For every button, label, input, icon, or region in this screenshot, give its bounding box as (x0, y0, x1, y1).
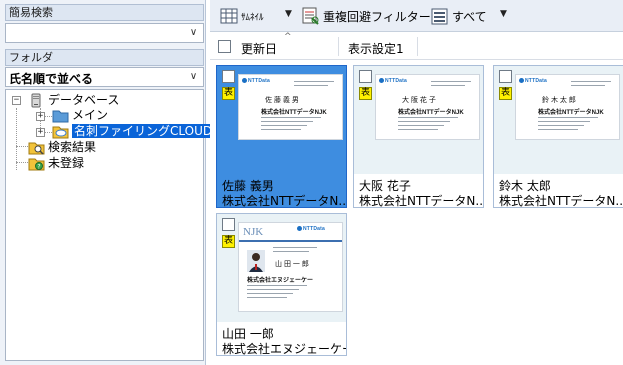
dedupe-filter-label: 重複回避フィルター (323, 9, 431, 24)
card-company: 株式会社NTTデータNJK (261, 110, 327, 116)
tree-item-unregistered[interactable]: 未登録 (48, 155, 84, 171)
business-card-thumbnail: NJK NTTData 山 田 一 郎 株式会社エヌジェーケー (238, 222, 343, 312)
card-tile[interactable]: 表 NTTData 大 阪 花 子 株式会社NTTデータNJK 大阪 花子 株式… (353, 65, 484, 208)
tree-item-cloud-label: 名刺ファイリングCLOUD (72, 124, 215, 138)
tree-item-cloud[interactable]: 名刺ファイリングCLOUD (72, 123, 215, 139)
list-icon (431, 8, 448, 24)
card-tile[interactable]: 表 NTTData 佐 藤 義 男 株式会社NTTデータNJK 佐藤 義男 株式… (216, 65, 347, 208)
njk-brand-logo: NJK (243, 226, 264, 238)
front-side-badge: 表 (499, 87, 512, 100)
column-header: 更新日 ^ 表示設定1 (210, 32, 623, 60)
card-company: 株式会社NTTデータNJK (538, 110, 604, 116)
database-icon (31, 93, 41, 108)
all-filter-button[interactable]: すべて (431, 6, 487, 26)
sort-order-select[interactable]: 氏名順で並べる ∨ (5, 67, 204, 87)
brand-logo: NTTData (519, 78, 547, 84)
tile-company-name: 株式会社NTTデータN... (222, 194, 346, 208)
tile-company-name: 株式会社NTTデータN... (499, 194, 623, 208)
toolbar: ｻﾑﾈｲﾙ ▼ 重複回避フィルター すべて ▼ (210, 0, 623, 32)
search-folder-icon (28, 142, 45, 155)
quick-search-header: 簡易検索 (5, 4, 204, 21)
thumbnail-view-button[interactable]: ｻﾑﾈｲﾙ (220, 6, 264, 26)
caret-down-icon[interactable]: ▼ (500, 9, 507, 19)
folder-header: フォルダ (5, 49, 204, 66)
chevron-down-icon[interactable]: ∨ (187, 69, 200, 85)
unregistered-folder-icon: ? (28, 158, 45, 171)
card-name: 大 阪 花 子 (402, 97, 436, 104)
card-name: 佐 藤 義 男 (265, 97, 299, 104)
tile-checkbox[interactable] (499, 70, 512, 83)
tile-checkbox[interactable] (222, 218, 235, 231)
column-updated[interactable]: 更新日 (241, 40, 277, 57)
cloud-folder-icon (52, 126, 69, 139)
folder-icon (52, 110, 69, 123)
tree-item-main[interactable]: メイン (72, 107, 108, 123)
card-name: 鈴 木 太 郎 (542, 97, 576, 104)
tile-company-name: 株式会社NTTデータN... (359, 194, 483, 208)
all-filter-label: すべて (452, 9, 487, 24)
front-side-badge: 表 (359, 87, 372, 100)
business-card-thumbnail: NTTData 大 阪 花 子 株式会社NTTデータNJK (375, 74, 480, 140)
card-tile[interactable]: 表 NTTData 鈴 木 太 郎 株式会社NTTデータNJK 鈴木 太郎 株式… (493, 65, 623, 208)
thumbnail-view-label: ｻﾑﾈｲﾙ (241, 12, 264, 23)
left-panel: 簡易検索 ∨ フォルダ 氏名順で並べる ∨ − データベース + メイン + 名… (0, 0, 215, 365)
filter-list-icon (302, 7, 319, 25)
brand-logo: NTTData (242, 78, 270, 84)
brand-logo: NTTData (379, 78, 407, 84)
tile-company-name: 株式会社エヌジェーケー... (222, 342, 346, 356)
grid-view-icon (220, 8, 238, 24)
card-name: 山 田 一 郎 (275, 261, 309, 268)
quick-search-combo[interactable]: ∨ (5, 23, 204, 43)
sort-order-value: 氏名順で並べる (9, 72, 94, 86)
tile-checkbox[interactable] (222, 70, 235, 83)
expand-toggle-main[interactable]: + (36, 112, 45, 121)
caret-down-icon[interactable]: ▼ (285, 9, 292, 19)
column-display-setting[interactable]: 表示設定1 (348, 40, 404, 57)
select-all-checkbox[interactable] (218, 40, 231, 53)
business-card-thumbnail: NTTData 鈴 木 太 郎 株式会社NTTデータNJK (515, 74, 620, 140)
card-tile[interactable]: 表 NJK NTTData 山 田 一 郎 株式会社エヌジェーケー 山田 一郎 … (216, 213, 347, 356)
front-side-badge: 表 (222, 235, 235, 248)
svg-text:?: ? (37, 164, 40, 171)
card-grid: 表 NTTData 佐 藤 義 男 株式会社NTTデータNJK 佐藤 義男 株式… (210, 61, 623, 365)
portrait-photo (247, 250, 265, 272)
card-company: 株式会社エヌジェーケー (247, 278, 314, 284)
collapse-toggle-root[interactable]: − (12, 96, 21, 105)
folder-tree: − データベース + メイン + 名刺ファイリングCLOUD 検索結果 ? 未登… (5, 89, 215, 361)
sort-ascending-icon: ^ (284, 32, 292, 42)
expand-toggle-cloud[interactable]: + (36, 128, 45, 137)
front-side-badge: 表 (222, 87, 235, 100)
tile-checkbox[interactable] (359, 70, 372, 83)
tree-item-search-results[interactable]: 検索結果 (48, 139, 96, 155)
tree-item-database[interactable]: データベース (48, 92, 119, 108)
business-card-thumbnail: NTTData 佐 藤 義 男 株式会社NTTデータNJK (238, 74, 343, 140)
chevron-down-icon[interactable]: ∨ (187, 25, 200, 41)
card-company: 株式会社NTTデータNJK (398, 110, 464, 116)
brand-logo: NTTData (297, 226, 325, 232)
dedupe-filter-button[interactable]: 重複回避フィルター (302, 6, 431, 26)
